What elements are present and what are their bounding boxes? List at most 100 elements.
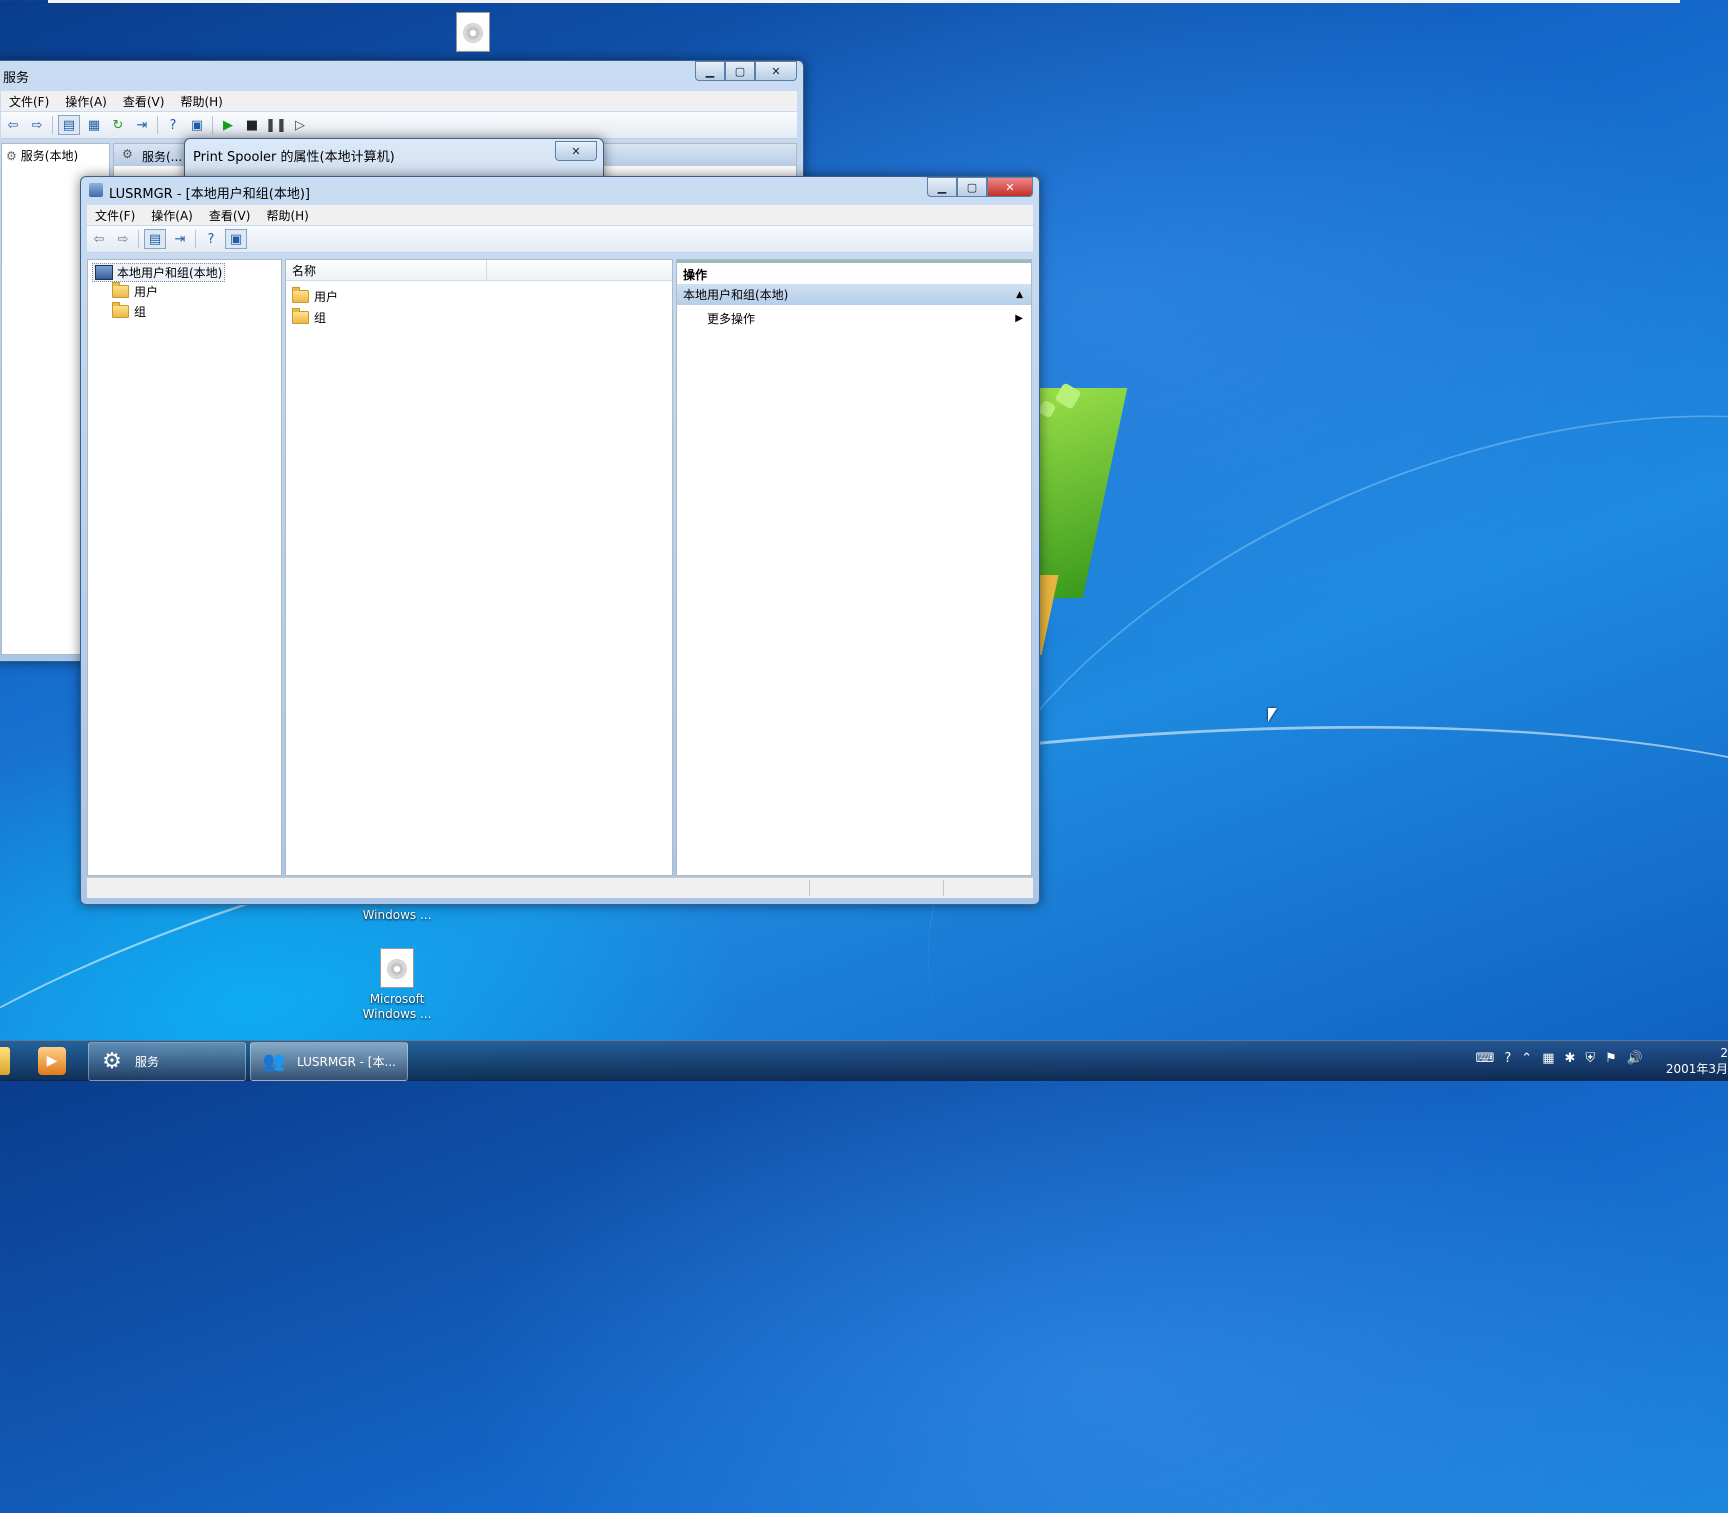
minimize-icon[interactable]: ▁	[927, 177, 957, 197]
system-tray: ⌨ ? ⌃ ▦ ✱ ⛨ ⚑ 🔊	[1471, 1051, 1648, 1066]
folder-icon	[112, 302, 129, 318]
taskbar: ▶ ⚙ 服务 👥 LUSRMGR - [本... ⌨ ? ⌃ ▦ ✱ ⛨ ⚑ 🔊…	[0, 1040, 1728, 1081]
list-item-label: 用户	[314, 290, 339, 304]
list-item[interactable]: 组	[292, 308, 327, 326]
users-snapin-icon: 👥	[262, 1051, 286, 1072]
menu-help[interactable]: 帮助(H)	[258, 207, 316, 224]
taskbar-button-lusrmgr[interactable]: 👥 LUSRMGR - [本...	[250, 1042, 408, 1081]
folder-pinned-icon[interactable]	[0, 1047, 10, 1075]
collapse-up-icon[interactable]: ▲	[1016, 290, 1023, 300]
column-header-empty[interactable]	[487, 260, 672, 281]
list-item[interactable]: 用户	[292, 287, 339, 305]
services-toolbar: ⇦ ⇨ ▤ ▦ ↻ ⇥ ? ▣ ▶ ■ ❚❚ ▷	[1, 112, 797, 139]
start-service-icon[interactable]: ▶	[218, 116, 238, 134]
submenu-arrow-icon: ▶	[1015, 313, 1023, 324]
computer-users-icon	[95, 265, 113, 280]
column-header-name[interactable]: 名称	[286, 260, 487, 281]
help-icon[interactable]: ?	[163, 116, 183, 134]
media-player-icon[interactable]: ▶	[38, 1047, 66, 1075]
security-icon[interactable]: ⛨	[1585, 1051, 1595, 1066]
tree-item-label: 组	[134, 305, 147, 319]
back-arrow-icon[interactable]: ⇦	[89, 230, 109, 248]
lusrmgr-window[interactable]: LUSRMGR - [本地用户和组(本地)] ▁ ▢ ✕ 文件(F) 操作(A)…	[80, 176, 1040, 905]
lusrmgr-actions-pane: 操作 本地用户和组(本地) ▲ 更多操作 ▶	[676, 259, 1032, 876]
minimize-icon[interactable]: ▁	[695, 61, 725, 81]
export-list-icon[interactable]: ⇥	[170, 230, 190, 248]
lusrmgr-titlebar[interactable]: LUSRMGR - [本地用户和组(本地)] ▁ ▢ ✕	[81, 177, 1039, 205]
status-divider	[809, 880, 810, 896]
desktop-icon-windows-2[interactable]: Microsoft Windows ...	[352, 948, 442, 1022]
toolbar-separator	[52, 116, 53, 134]
network-icon[interactable]: ▦	[1542, 1051, 1554, 1066]
desktop-icon-disc-top[interactable]	[428, 12, 518, 56]
properties-icon[interactable]: ▦	[84, 116, 104, 134]
show-pane-icon[interactable]: ▣	[187, 116, 207, 134]
tree-item-groups[interactable]: 组	[112, 302, 147, 320]
maximize-icon[interactable]: ▢	[957, 177, 987, 197]
lusrmgr-menubar: 文件(F) 操作(A) 查看(V) 帮助(H)	[87, 205, 1033, 225]
clock[interactable]: 2 2001年3月	[1666, 1045, 1728, 1077]
show-action-pane-icon[interactable]: ▣	[225, 229, 247, 249]
taskbar-button-label: LUSRMGR - [本...	[297, 1055, 396, 1069]
folder-icon	[292, 308, 309, 324]
desktop-icon-label: Windows ...	[362, 1007, 432, 1021]
list-item-label: 组	[314, 311, 327, 325]
services-caption-buttons: ▁ ▢ ✕	[695, 61, 797, 81]
services-tree-root[interactable]: ⚙ 服务(本地)	[6, 147, 78, 164]
menu-view[interactable]: 查看(V)	[201, 207, 259, 224]
volume-icon[interactable]: 🔊	[1627, 1051, 1643, 1066]
menu-file[interactable]: 文件(F)	[87, 207, 143, 224]
refresh-icon[interactable]: ↻	[108, 116, 128, 134]
forward-arrow-icon[interactable]: ⇨	[27, 116, 47, 134]
close-icon[interactable]: ✕	[555, 141, 597, 161]
pause-service-icon[interactable]: ❚❚	[265, 116, 287, 134]
close-icon[interactable]: ✕	[755, 61, 797, 81]
column-header-label: 名称	[292, 263, 317, 278]
taskbar-button-services[interactable]: ⚙ 服务	[88, 1042, 246, 1081]
stop-service-icon[interactable]: ■	[242, 116, 262, 134]
tree-root-label: 服务(本地)	[20, 149, 79, 163]
action-more-actions[interactable]: 更多操作 ▶	[707, 310, 1027, 327]
menu-action[interactable]: 操作(A)	[143, 207, 201, 224]
tree-root-local-users-groups[interactable]: 本地用户和组(本地)	[92, 263, 226, 282]
lusrmgr-tree-pane: 本地用户和组(本地) 用户 组	[87, 259, 282, 876]
close-icon[interactable]: ✕	[987, 177, 1033, 197]
back-arrow-icon[interactable]: ⇦	[3, 116, 23, 134]
resume-service-icon[interactable]: ▷	[290, 116, 310, 134]
maximize-icon[interactable]: ▢	[725, 61, 755, 81]
services-title: 服务	[3, 71, 30, 86]
more-actions-label: 更多操作	[707, 312, 756, 326]
users-snapin-icon	[89, 183, 103, 197]
toolbar-separator	[157, 116, 158, 134]
menu-view[interactable]: 查看(V)	[115, 93, 173, 110]
show-hidden-icons-icon[interactable]: ⌃	[1521, 1051, 1532, 1066]
forward-arrow-icon[interactable]: ⇨	[113, 230, 133, 248]
lusrmgr-toolbar: ⇦ ⇨ ▤ ⇥ ? ▣	[87, 226, 1033, 253]
actions-group-label: 本地用户和组(本地)	[683, 288, 789, 302]
tree-item-users[interactable]: 用户	[112, 282, 158, 300]
help-icon[interactable]: ?	[1504, 1051, 1511, 1066]
lusrmgr-title: LUSRMGR - [本地用户和组(本地)]	[109, 187, 310, 202]
menu-help[interactable]: 帮助(H)	[172, 93, 230, 110]
top-strip	[48, 0, 1680, 3]
bluetooth-icon[interactable]: ✱	[1564, 1051, 1575, 1066]
status-divider	[943, 880, 944, 896]
export-icon[interactable]: ⇥	[132, 116, 152, 134]
actions-group-header[interactable]: 本地用户和组(本地) ▲	[677, 284, 1031, 305]
help-icon[interactable]: ?	[201, 230, 221, 248]
action-center-flag-icon[interactable]: ⚑	[1605, 1051, 1617, 1066]
services-header-label: 服务(...	[142, 150, 183, 164]
gear-icon: ⚙	[102, 1049, 122, 1074]
clock-date: 2001年3月	[1665, 1062, 1728, 1076]
desktop-icon-windows-1[interactable]: Windows ...	[352, 908, 442, 923]
lusrmgr-statusbar	[87, 877, 1033, 898]
services-titlebar[interactable]: 服务 ▁ ▢ ✕	[0, 61, 803, 89]
gear-icon: ⚙	[6, 148, 17, 163]
spooler-dialog-title: Print Spooler 的属性(本地计算机)	[193, 150, 395, 165]
menu-file[interactable]: 文件(F)	[1, 93, 57, 110]
show-tree-icon[interactable]: ▤	[58, 115, 80, 135]
show-tree-icon[interactable]: ▤	[144, 229, 166, 249]
keyboard-icon[interactable]: ⌨	[1476, 1051, 1495, 1066]
menu-action[interactable]: 操作(A)	[57, 93, 115, 110]
actions-title: 操作	[683, 268, 708, 282]
